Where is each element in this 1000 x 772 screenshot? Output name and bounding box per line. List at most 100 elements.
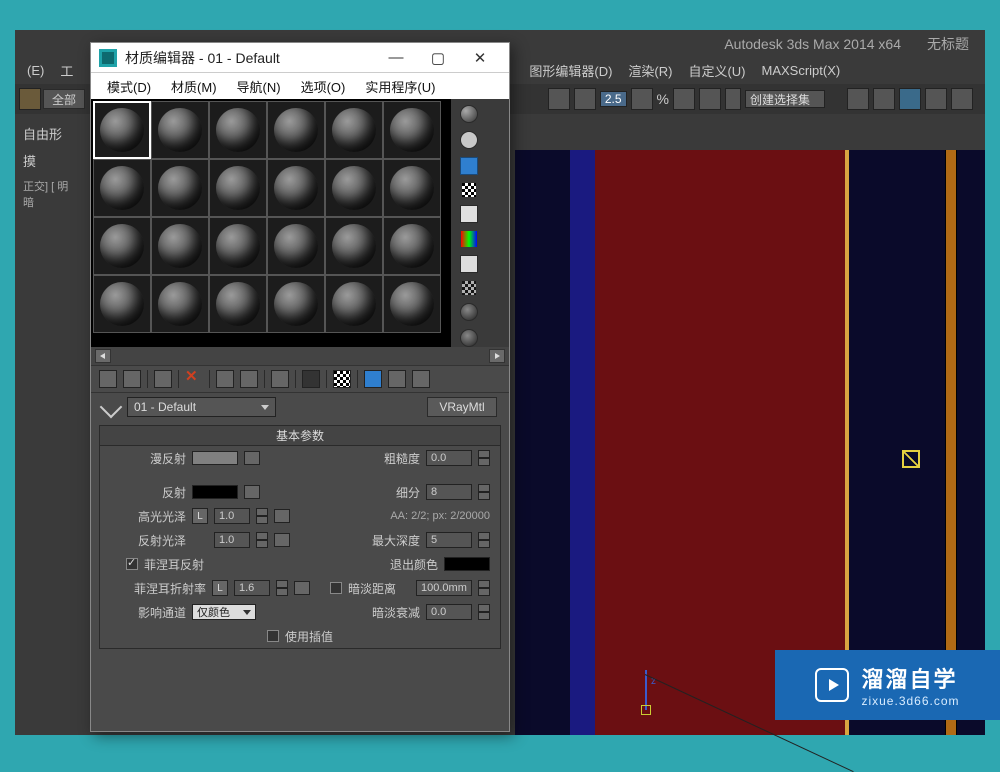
me-menu-mode[interactable]: 模式(D) [97,75,161,98]
mirror-icon[interactable] [847,88,869,110]
sample-slot[interactable] [93,101,151,159]
material-type-button[interactable]: VRayMtl [427,397,497,417]
maximize-button[interactable]: ▢ [417,44,459,72]
snap-angle-icon[interactable] [631,88,653,110]
scroll-left-icon[interactable] [95,349,111,363]
snap-toggle-icon[interactable] [699,88,721,110]
sample-slot[interactable] [383,275,441,333]
refl-gloss-input[interactable]: 1.0 [214,532,250,548]
show-map-icon[interactable] [333,370,351,388]
material-editor-titlebar[interactable]: 材质编辑器 - 01 - Default — ▢ ✕ [91,43,509,73]
sample-slot[interactable] [267,275,325,333]
sample-slot[interactable] [209,217,267,275]
scroll-right-icon[interactable] [489,349,505,363]
sample-slot[interactable] [151,101,209,159]
video-color-check-icon[interactable] [461,231,477,247]
sample-scrollbar[interactable] [91,347,509,365]
material-id-icon[interactable] [302,370,320,388]
dimfall-spinner[interactable] [478,604,490,620]
background-icon[interactable] [460,157,478,175]
roughness-input[interactable]: 0.0 [426,450,472,466]
hilight-map-button[interactable] [274,509,290,523]
diffuse-map-button[interactable] [244,451,260,465]
selection-set-dropdown[interactable]: 创建选择集 [745,90,825,108]
snap-percent-icon[interactable] [673,88,695,110]
make-copy-icon[interactable] [216,370,234,388]
scene-object[interactable] [570,150,595,735]
refl-gloss-spinner[interactable] [256,532,268,548]
sample-slot[interactable] [93,217,151,275]
exit-color-swatch[interactable] [444,557,490,571]
sample-slot[interactable] [151,275,209,333]
sample-slot[interactable] [267,217,325,275]
sample-slot[interactable] [267,159,325,217]
use-interp-checkbox[interactable] [267,630,279,642]
scene-object[interactable] [845,150,849,735]
assign-to-selection-icon[interactable] [154,370,172,388]
dimdist-input[interactable]: 100.0mm [416,580,472,596]
select-by-material-icon[interactable] [460,303,478,321]
menu-customize[interactable]: 自定义(U) [680,59,753,82]
maxdepth-spinner[interactable] [478,532,490,548]
edit-named-sel-icon[interactable] [725,88,741,110]
fresnel-checkbox[interactable] [126,558,138,570]
menu-tools[interactable]: 工 [52,59,81,82]
sample-slot[interactable] [325,217,383,275]
sample-slot[interactable] [325,275,383,333]
dimdist-spinner[interactable] [478,580,490,596]
scene-object[interactable] [945,150,957,735]
me-menu-navigate[interactable]: 导航(N) [227,75,291,98]
sample-slot[interactable] [209,275,267,333]
reflect-swatch[interactable] [192,485,238,499]
sample-slot[interactable] [325,101,383,159]
material-map-nav-icon[interactable] [460,329,478,347]
dimdist-checkbox[interactable] [330,582,342,594]
sample-slot[interactable] [151,217,209,275]
sample-slot[interactable] [209,159,267,217]
hilight-lock-button[interactable]: L [192,508,208,524]
reflect-map-button[interactable] [244,485,260,499]
get-material-icon[interactable] [99,370,117,388]
material-name-dropdown[interactable]: 01 - Default [127,397,276,417]
tool-icon[interactable] [548,88,570,110]
minimize-button[interactable]: — [375,44,417,72]
link-icon[interactable] [19,88,41,110]
go-forward-icon[interactable] [412,370,430,388]
put-to-library-icon[interactable] [271,370,289,388]
scene-object[interactable] [595,150,845,735]
layers-icon[interactable] [899,88,921,110]
ior-spinner[interactable] [276,580,288,596]
subdiv-input[interactable]: 8 [426,484,472,500]
make-unique-icon[interactable] [240,370,258,388]
menu-edit[interactable]: (E) [19,61,52,80]
reset-map-icon[interactable]: ✕ [185,370,203,388]
align-icon[interactable] [873,88,895,110]
subdiv-spinner[interactable] [478,484,490,500]
maxdepth-input[interactable]: 5 [426,532,472,548]
ior-lock-button[interactable]: L [212,580,228,596]
put-to-scene-icon[interactable] [123,370,141,388]
sample-slot[interactable] [383,101,441,159]
sample-slot[interactable] [383,217,441,275]
me-menu-material[interactable]: 材质(M) [161,75,227,98]
sample-slot[interactable] [209,101,267,159]
dimfall-input[interactable]: 0.0 [426,604,472,620]
tool-icon[interactable] [574,88,596,110]
menu-maxscript[interactable]: MAXScript(X) [754,61,849,80]
sample-slot[interactable] [151,159,209,217]
curve-editor-icon[interactable] [925,88,947,110]
sample-slot[interactable] [93,159,151,217]
roughness-spinner[interactable] [478,450,490,466]
diffuse-swatch[interactable] [192,451,238,465]
refl-gloss-map-button[interactable] [274,533,290,547]
hilight-spinner[interactable] [256,508,268,524]
filter-all-button[interactable]: 全部 [43,89,85,109]
sample-slot[interactable] [383,159,441,217]
sample-slot[interactable] [267,101,325,159]
spinner-x-value[interactable]: 2.5 [600,91,627,107]
viewport[interactable]: z [515,150,985,735]
pick-material-icon[interactable] [100,396,123,419]
close-button[interactable]: ✕ [459,44,501,72]
me-menu-utilities[interactable]: 实用程序(U) [355,75,445,98]
fresnel-ior-input[interactable]: 1.6 [234,580,270,596]
